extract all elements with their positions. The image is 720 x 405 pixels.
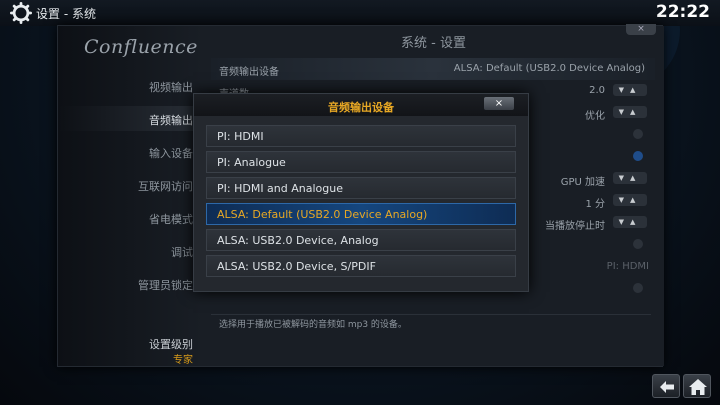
gear-icon <box>10 2 32 24</box>
sidebar-item-input-devices[interactable]: 输入设备 <box>149 145 193 161</box>
app-logo: Confluence <box>84 36 198 58</box>
spinner-arrows[interactable]: ▼▲ <box>613 172 647 184</box>
spinner-arrows[interactable]: ▼▲ <box>613 84 647 96</box>
setting-row-audio-device[interactable]: 音频输出设备 ALSA: Default (USB2.0 Device Anal… <box>219 59 649 79</box>
settings-level-value: 专家 <box>173 355 193 366</box>
audio-device-dialog: 音频输出设备 × PI: HDMI PI: Analogue PI: HDMI … <box>193 93 529 292</box>
sidebar-item-video-output[interactable]: 视频输出 <box>149 79 193 95</box>
setting-value: 当播放停止时 <box>545 221 605 232</box>
setting-description: 选择用于播放已被解码的音频如 mp3 的设备。 <box>219 320 407 330</box>
toggle-radio[interactable] <box>633 283 643 293</box>
option-pi-hdmi-analogue[interactable]: PI: HDMI and Analogue <box>206 177 516 199</box>
setting-label: 音频输出设备 <box>219 67 279 78</box>
option-pi-hdmi[interactable]: PI: HDMI <box>206 125 516 147</box>
toggle-radio[interactable] <box>633 151 643 161</box>
dialog-close-button[interactable]: × <box>484 97 514 110</box>
setting-value: GPU 加速 <box>560 177 605 188</box>
sidebar: Confluence 视频输出 音频输出 输入设备 互联网访问 省电模式 调试 … <box>58 26 203 366</box>
setting-value: PI: HDMI <box>606 261 649 272</box>
back-arrow-icon <box>660 381 674 393</box>
breadcrumb: 设置 - 系统 <box>36 7 96 21</box>
divider <box>211 314 651 315</box>
option-alsa-usb-analog[interactable]: ALSA: USB2.0 Device, Analog <box>206 229 516 251</box>
back-button[interactable] <box>652 374 680 398</box>
sidebar-item-internet-access[interactable]: 互联网访问 <box>138 178 193 194</box>
toggle-radio[interactable] <box>633 239 643 249</box>
option-alsa-usb-spdif[interactable]: ALSA: USB2.0 Device, S/PDIF <box>206 255 516 277</box>
spinner-arrows[interactable]: ▼▲ <box>613 106 647 118</box>
spinner-arrows[interactable]: ▼▲ <box>613 194 647 206</box>
sidebar-item-power-saving[interactable]: 省电模式 <box>149 211 193 227</box>
option-alsa-default[interactable]: ALSA: Default (USB2.0 Device Analog) <box>206 203 516 225</box>
dialog-title: 音频输出设备 <box>328 101 394 114</box>
clock: 22:22 <box>655 2 710 22</box>
sidebar-item-audio-output[interactable]: 音频输出 <box>149 112 193 128</box>
window-title: 系统 - 设置 <box>401 36 466 51</box>
setting-value: 优化 <box>585 111 605 122</box>
setting-value: 2.0 <box>589 85 605 96</box>
spinner-arrows[interactable]: ▼▲ <box>613 216 647 228</box>
dialog-title-bar: 音频输出设备 × <box>194 94 528 116</box>
setting-value: 1 分 <box>585 199 605 210</box>
option-pi-analogue[interactable]: PI: Analogue <box>206 151 516 173</box>
toggle-radio[interactable] <box>633 129 643 139</box>
sidebar-item-master-lock[interactable]: 管理员锁定 <box>138 277 193 293</box>
setting-value: ALSA: Default (USB2.0 Device Analog) <box>453 63 645 74</box>
sidebar-item-debugging[interactable]: 调试 <box>171 244 193 260</box>
home-button[interactable] <box>683 374 711 398</box>
settings-level-label[interactable]: 设置级别 <box>149 336 193 352</box>
home-icon <box>689 379 707 395</box>
top-bar: 设置 - 系统 22:22 <box>0 0 720 26</box>
